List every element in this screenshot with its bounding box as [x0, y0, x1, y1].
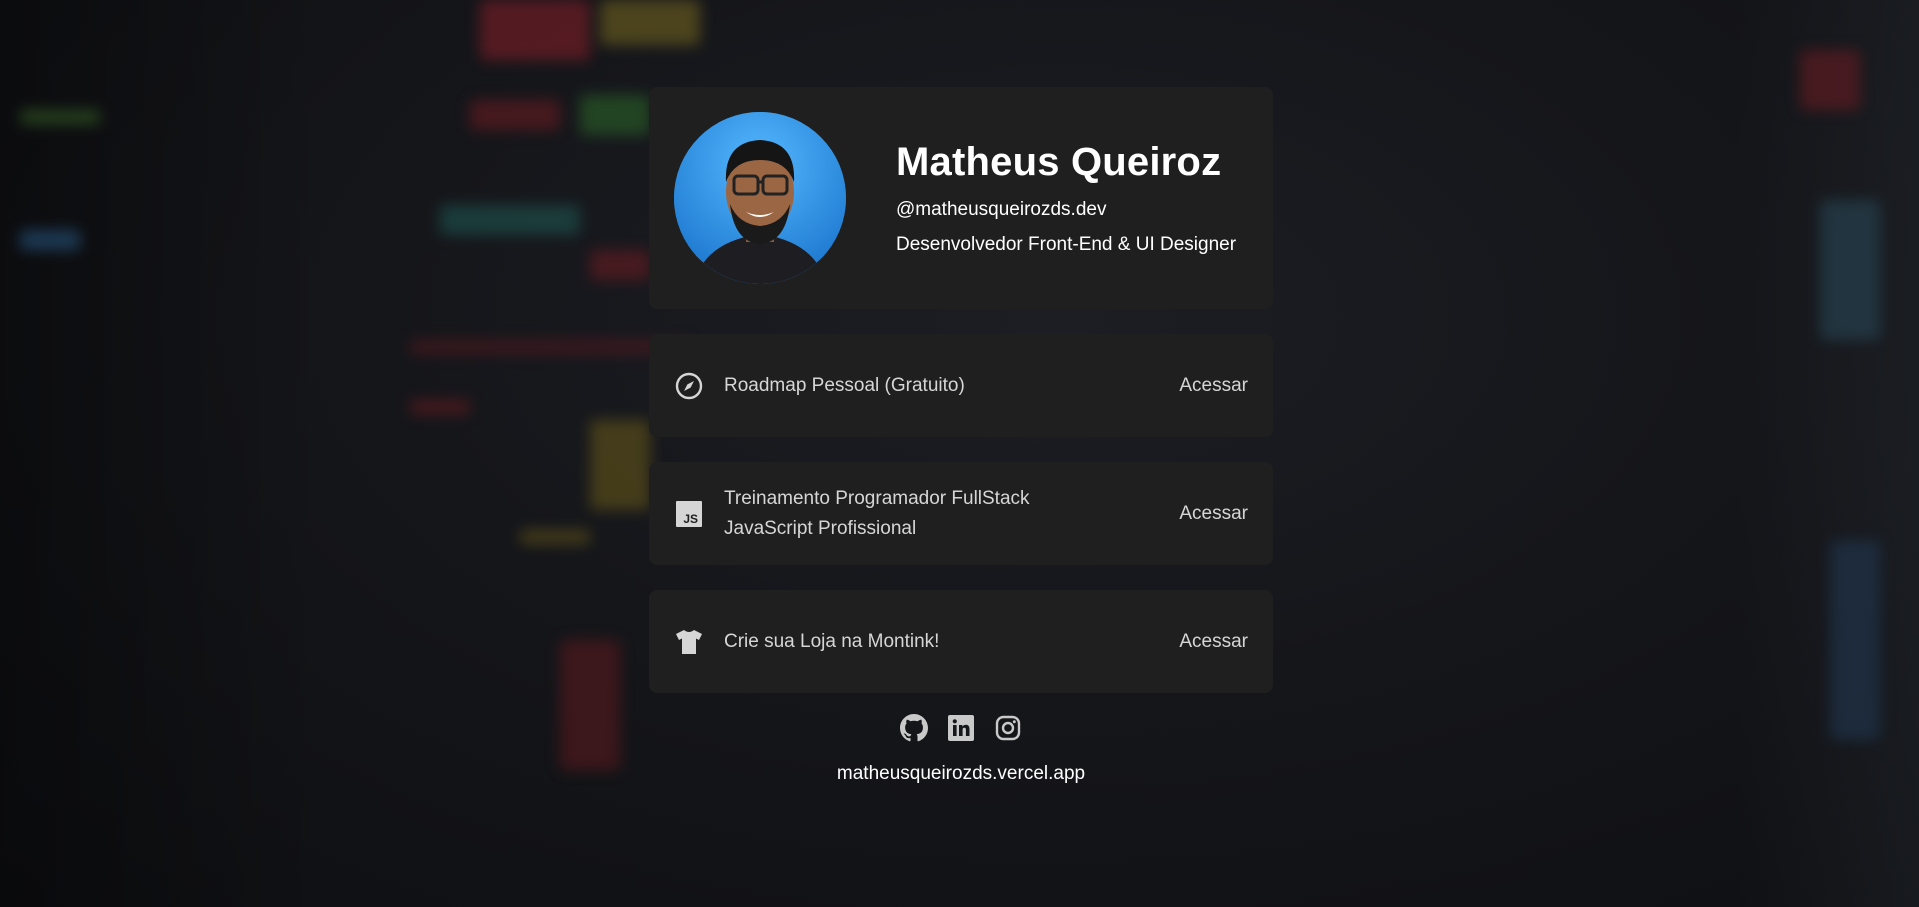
avatar-portrait-image — [674, 112, 846, 284]
background-code-blur — [440, 205, 580, 235]
access-link[interactable]: Acessar — [1179, 375, 1248, 397]
instagram-icon[interactable] — [994, 714, 1022, 742]
link-title-line: Crie sua Loja na Montink! — [724, 630, 940, 652]
link-card-montink-store[interactable]: Crie sua Loja na Montink! Acessar — [649, 590, 1273, 693]
profile-info: Matheus Queiroz @matheusqueirozds.dev De… — [896, 140, 1236, 256]
link-title-line: Treinamento Programador FullStack — [724, 487, 1030, 509]
background-code-blur — [590, 250, 650, 280]
social-links — [649, 714, 1273, 742]
site-url[interactable]: matheusqueirozds.vercel.app — [649, 763, 1273, 785]
background-code-blur — [480, 0, 590, 60]
background-code-blur — [20, 110, 100, 124]
javascript-icon: JS — [674, 499, 704, 529]
background-code-blur — [410, 400, 470, 414]
link-card-roadmap[interactable]: Roadmap Pessoal (Gratuito) Acessar — [649, 334, 1273, 437]
github-icon[interactable] — [900, 714, 928, 742]
link-title-line: Roadmap Pessoal (Gratuito) — [724, 374, 965, 396]
link-title: Roadmap Pessoal (Gratuito) — [724, 371, 1179, 401]
compass-icon — [674, 371, 704, 401]
background-code-blur — [600, 0, 700, 45]
background-code-blur — [1820, 200, 1880, 340]
access-link[interactable]: Acessar — [1179, 503, 1248, 525]
background-code-blur — [580, 95, 650, 135]
link-page: Matheus Queiroz @matheusqueirozds.dev De… — [649, 87, 1273, 785]
profile-handle: @matheusqueirozds.dev — [896, 199, 1107, 220]
link-title-line: JavaScript Profissional — [724, 517, 917, 539]
link-title: Treinamento Programador FullStack JavaSc… — [724, 484, 1179, 544]
background-code-blur — [590, 420, 650, 510]
background-shade-left — [0, 0, 330, 907]
svg-text:JS: JS — [683, 512, 698, 526]
background-code-blur — [470, 100, 560, 130]
access-link[interactable]: Acessar — [1179, 631, 1248, 653]
background-code-blur — [520, 530, 590, 544]
background-code-blur — [20, 230, 80, 250]
background-code-blur — [1800, 50, 1860, 110]
tshirt-icon — [674, 627, 704, 657]
background-code-blur — [1830, 540, 1880, 740]
avatar — [674, 112, 846, 284]
linkedin-icon[interactable] — [947, 714, 975, 742]
profile-name: Matheus Queiroz — [896, 140, 1222, 184]
profile-card: Matheus Queiroz @matheusqueirozds.dev De… — [649, 87, 1273, 309]
profile-role: Desenvolvedor Front-End & UI Designer — [896, 234, 1237, 255]
background-code-blur — [560, 640, 620, 770]
background-code-blur — [410, 340, 690, 354]
link-title: Crie sua Loja na Montink! — [724, 627, 1179, 657]
link-card-fullstack-training[interactable]: JS Treinamento Programador FullStack Jav… — [649, 462, 1273, 565]
background-shade-right — [1739, 0, 1919, 907]
